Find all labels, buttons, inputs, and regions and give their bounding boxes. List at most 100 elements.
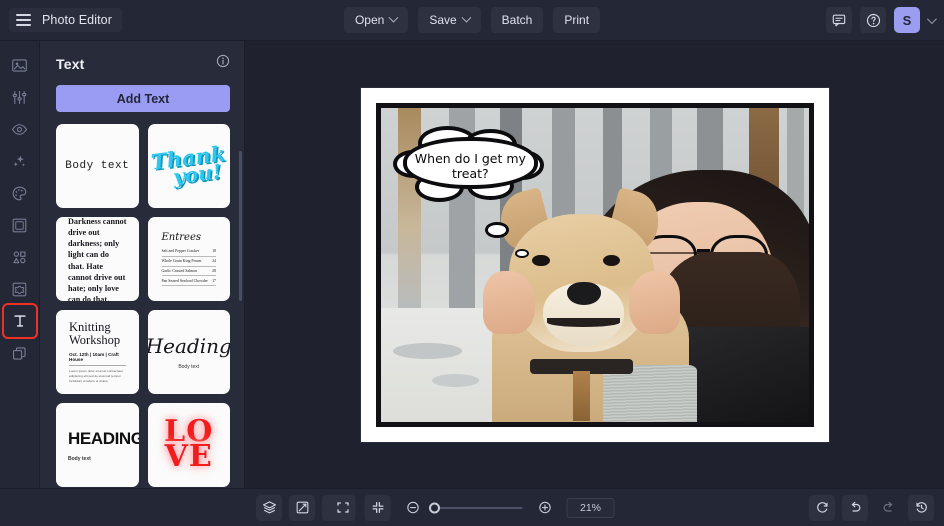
panel-scrollbar[interactable] — [239, 151, 242, 301]
rail-item-layers[interactable] — [5, 338, 35, 368]
knitting-body: Lorem ipsum dolor sit amet consectetur a… — [69, 369, 124, 383]
bottom-toolbar: 21% — [0, 488, 944, 526]
rail-item-adjust[interactable] — [5, 82, 35, 112]
shapes-icon — [13, 250, 26, 263]
sparkles-icon — [13, 155, 26, 166]
rail-item-shapes[interactable] — [5, 242, 35, 272]
rail-item-text[interactable] — [1, 303, 38, 339]
rail-item-effects[interactable] — [5, 146, 35, 176]
preset-love[interactable]: LO VE — [147, 403, 230, 487]
add-text-button[interactable]: Add Text — [56, 85, 230, 112]
zoom-in-button[interactable] — [532, 495, 558, 521]
layers-button[interactable] — [256, 494, 282, 521]
heading-bold-content: HEADING Body text — [63, 429, 139, 462]
rail-item-cutout[interactable] — [5, 274, 35, 304]
redo-button[interactable] — [875, 495, 901, 521]
menu-item-price: 18 — [212, 249, 216, 254]
actual-size-button[interactable] — [364, 494, 391, 521]
preset-thank-you-label: Thank you! — [149, 140, 228, 189]
rail-item-color[interactable] — [5, 178, 35, 208]
menu-item-price: 24 — [212, 259, 216, 264]
knitting-title-line2: Workshop — [69, 333, 121, 348]
tool-rail — [0, 41, 40, 488]
preset-quote-card[interactable]: “ Darkness cannot drive out darkness; on… — [56, 217, 139, 301]
thought-bubble[interactable]: When do I get my treat? — [393, 126, 547, 205]
history-icon — [915, 502, 927, 513]
preset-body-text[interactable]: Body text — [56, 124, 139, 208]
photo-frame[interactable]: When do I get my treat? — [375, 102, 814, 427]
ground-shadow — [393, 343, 462, 359]
open-label: Open — [354, 13, 385, 27]
zoom-slider[interactable] — [429, 502, 523, 513]
text-preset-grid: Body text Thank you! “ Darkness cannot d… — [40, 124, 244, 488]
avatar[interactable]: S — [894, 7, 920, 33]
reset-rotate-button[interactable] — [809, 494, 835, 521]
info-circle-icon[interactable] — [216, 54, 230, 73]
batch-button[interactable]: Batch — [490, 7, 544, 33]
preset-menu-card[interactable]: Entrees Salt and Pepper Cracker 18 Whole… — [147, 217, 230, 301]
menu-item-price: 28 — [212, 268, 216, 273]
menu-card-content: Entrees Salt and Pepper Cracker 18 Whole… — [155, 224, 224, 294]
menu-row: Garlic Crusted Salmon 28 — [161, 267, 216, 277]
menu-item-name: Whole Grain King Prawn — [161, 259, 202, 264]
artboard[interactable]: When do I get my treat? — [360, 87, 829, 442]
preset-body-text-label: Body text — [65, 160, 130, 172]
preset-thank-you[interactable]: Thank you! — [147, 124, 230, 208]
editor-body: Text Add Text Body text Thank you! Darkn… — [0, 41, 944, 488]
save-button[interactable]: Save — [418, 7, 481, 33]
preset-heading-bold[interactable]: HEADING Body text — [56, 403, 139, 487]
rail-item-retouch[interactable] — [5, 114, 35, 144]
woman-hand — [628, 270, 681, 334]
undo-icon — [851, 501, 860, 512]
undo-button[interactable] — [842, 494, 868, 521]
knitting-meta: Oct. 12th | 10am | Craft House — [69, 352, 126, 367]
quote-card-content: “ Darkness cannot drive out darkness; on… — [63, 217, 132, 301]
canvas-area[interactable]: When do I get my treat? — [245, 41, 944, 488]
menu-row: Whole Grain King Prawn 24 — [161, 257, 216, 267]
zoom-level-value[interactable]: 21% — [566, 497, 615, 518]
rotate-reset-icon — [816, 502, 828, 513]
knitting-card-content: Knitting Workshop Oct. 12th | 10am | Cra… — [63, 317, 132, 387]
redo-icon — [883, 501, 892, 512]
save-label: Save — [429, 13, 457, 27]
transform-button[interactable] — [289, 494, 315, 521]
thought-bubble-text[interactable]: When do I get my treat? — [393, 126, 547, 205]
knitting-title-line1: Knitting — [69, 319, 111, 334]
frame-icon — [12, 218, 27, 232]
rail-item-frames[interactable] — [5, 210, 35, 240]
eye-icon — [11, 123, 28, 135]
love-line2: VE — [164, 439, 213, 474]
shrink-icon — [372, 502, 383, 513]
avatar-chevron-down-icon[interactable] — [926, 13, 937, 24]
menu-title: Entrees — [161, 231, 202, 243]
zoom-controls: 21% — [329, 494, 615, 521]
transform-icon — [296, 501, 308, 514]
zoom-slider-handle[interactable] — [429, 502, 440, 513]
menu-item-name: Salt and Pepper Cracker — [161, 249, 200, 254]
fit-to-screen-button[interactable] — [329, 494, 356, 521]
help-button[interactable] — [860, 7, 886, 33]
top-toolbar: Photo Editor Open Save Batch Print S — [0, 0, 944, 41]
sliders-icon — [12, 90, 27, 104]
overlay-icon — [12, 346, 26, 360]
zoom-out-button[interactable] — [400, 495, 426, 521]
preset-knitting-workshop[interactable]: Knitting Workshop Oct. 12th | 10am | Cra… — [56, 310, 139, 394]
thought-bubble-dot[interactable] — [485, 222, 509, 238]
preset-heading-serif[interactable]: Heading Body text — [147, 310, 230, 394]
chevron-down-icon — [388, 12, 399, 23]
app-menu-button[interactable]: Photo Editor — [9, 8, 122, 32]
print-button[interactable]: Print — [553, 7, 601, 33]
menu-row: Salt and Pepper Cracker 18 — [161, 247, 216, 257]
thanks-line2: you! — [171, 158, 223, 189]
history-button[interactable] — [908, 494, 934, 521]
question-circle-icon — [866, 13, 880, 27]
feedback-button[interactable] — [826, 7, 852, 33]
woman-hand — [483, 270, 535, 334]
panel-title: Text — [56, 55, 85, 72]
image-icon — [12, 58, 27, 72]
comment-icon — [832, 14, 846, 27]
rail-item-image[interactable] — [5, 50, 35, 80]
open-button[interactable]: Open — [343, 7, 409, 33]
heading-serif-body: Body text — [178, 364, 200, 370]
quote-text: Darkness cannot drive out darkness; only… — [68, 217, 127, 301]
